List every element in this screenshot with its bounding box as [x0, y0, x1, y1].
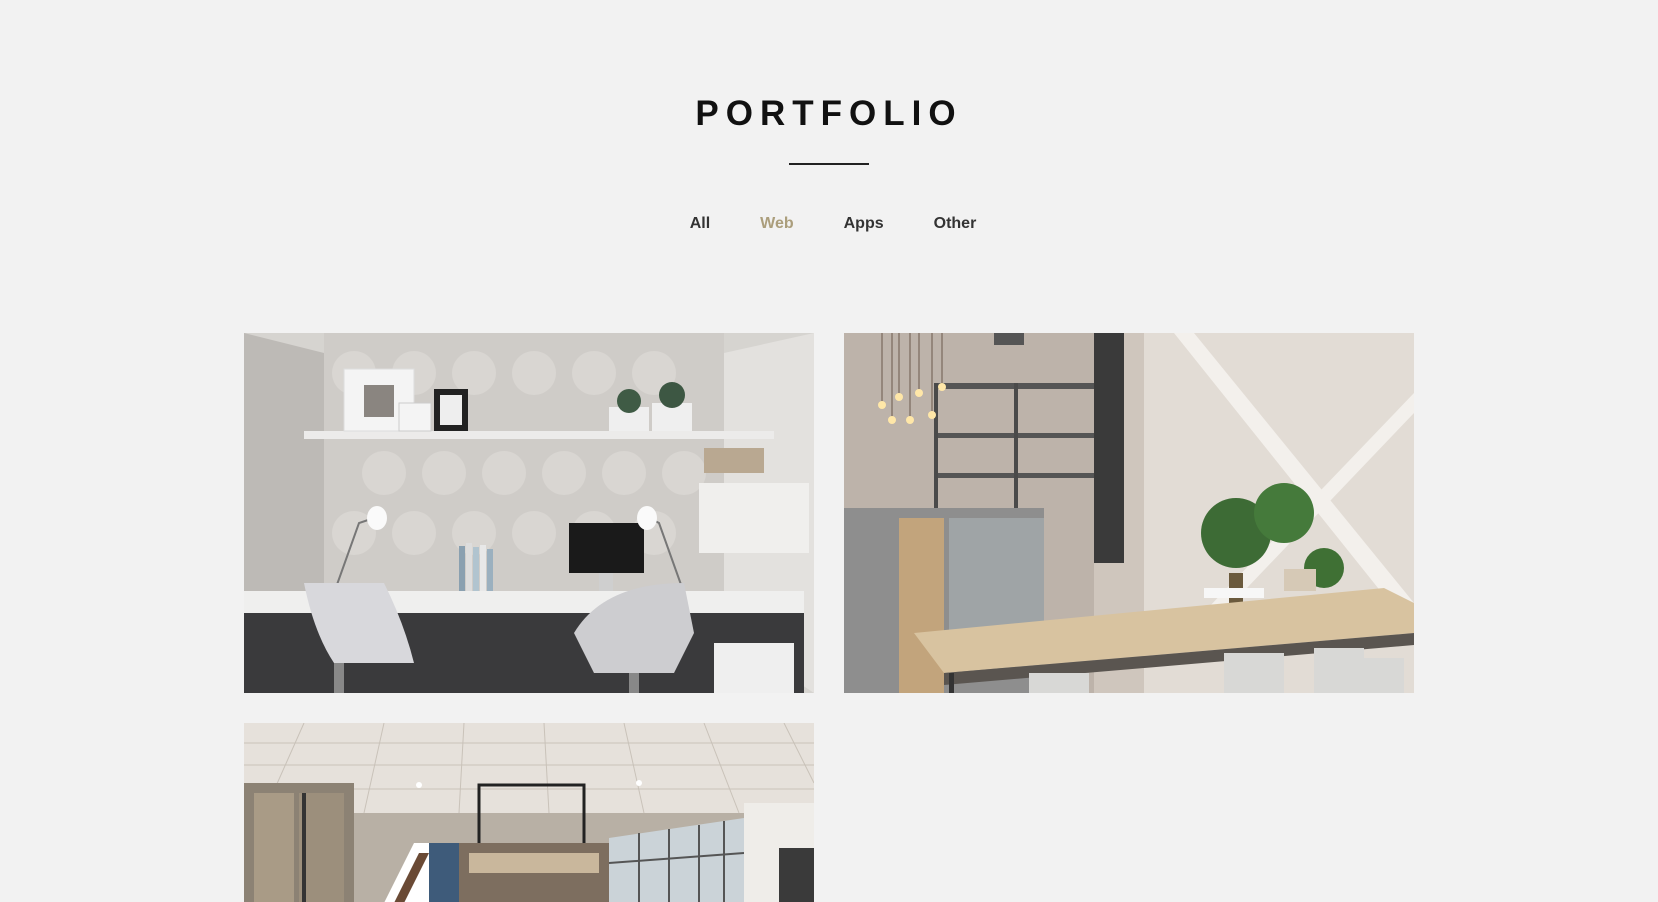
filter-other[interactable]: Other: [934, 213, 977, 235]
portfolio-item-coworking[interactable]: [844, 333, 1414, 693]
portfolio-section: PORTFOLIO All Web Apps Other: [0, 0, 1658, 902]
section-title: PORTFOLIO: [695, 94, 963, 133]
portfolio-item-home-office[interactable]: [244, 333, 814, 693]
portfolio-item-office-lobby[interactable]: [244, 723, 814, 902]
office-lobby-photo: [244, 723, 814, 902]
filter-web[interactable]: Web: [760, 213, 793, 235]
filter-apps[interactable]: Apps: [844, 213, 884, 235]
coworking-space-photo: [844, 333, 1414, 693]
filter-all[interactable]: All: [690, 213, 710, 235]
portfolio-filters: All Web Apps Other: [0, 213, 1658, 235]
title-divider: [789, 163, 869, 165]
home-office-photo: [244, 333, 814, 693]
